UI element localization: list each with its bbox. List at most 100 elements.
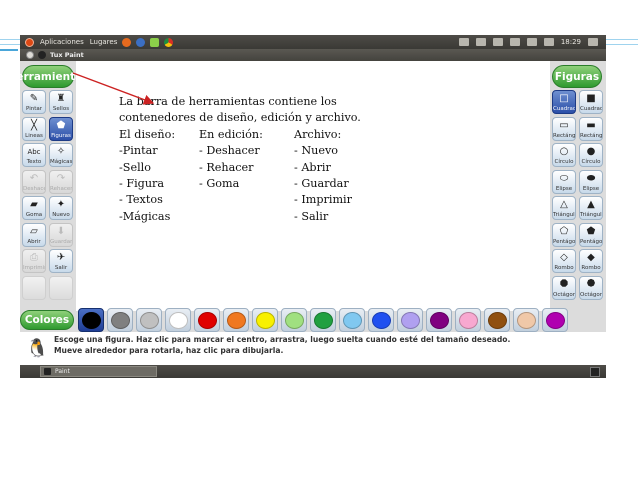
tool-eraser-button[interactable]: ▰ Goma	[22, 196, 46, 220]
color-dot	[168, 311, 188, 329]
shape-rhombus-filled-button[interactable]: ◆ Rombo	[579, 249, 603, 273]
shape-pentagon-outline-label: Pentágono	[553, 238, 576, 245]
shape-square-outline-button[interactable]: □ Cuadrado	[552, 90, 576, 114]
taskbar-item-label: Paint	[55, 368, 70, 375]
display-tray-icon[interactable]	[475, 38, 486, 46]
shape-octagon-outline-button[interactable]: ⯃Octágono	[552, 275, 576, 300]
circle-filled-icon: ●	[586, 146, 596, 157]
color-dot	[400, 311, 420, 329]
battery-icon[interactable]	[492, 38, 503, 46]
firefox-icon[interactable]	[122, 37, 132, 47]
pentagon-filled-icon: ⬟	[586, 225, 596, 237]
explanation-text: La barra de herramientas contiene los co…	[119, 94, 499, 225]
color-swatch[interactable]	[484, 308, 510, 332]
note-cell: El diseño:	[119, 127, 176, 141]
color-swatch[interactable]	[426, 308, 452, 332]
color-swatch[interactable]	[107, 308, 133, 332]
tool-redo-button: ↷ Rehacer	[49, 169, 73, 194]
clock[interactable]: 18:29	[561, 38, 581, 46]
tool-redo-label: Rehacer	[50, 185, 73, 192]
color-swatch[interactable]	[339, 308, 365, 332]
taskbar-item-tuxpaint[interactable]: Paint	[40, 366, 157, 377]
square-outline-icon: □	[559, 93, 569, 104]
tool-magic-wand-label: Mágicas	[50, 159, 73, 165]
color-dot	[516, 311, 536, 329]
empty-tool-slot	[49, 275, 73, 300]
volume-icon[interactable]	[543, 38, 554, 46]
color-swatch[interactable]	[542, 308, 568, 332]
shape-ellipse-filled-button[interactable]: ⬬ Elipse	[579, 169, 603, 194]
shape-triangle-outline-button[interactable]: △ Triángulo	[552, 196, 576, 220]
tool-print-button: ⎙ Imprimir	[22, 249, 46, 273]
color-swatch[interactable]	[368, 308, 394, 332]
tool-stamp-button[interactable]: ♜ Sellos	[49, 90, 73, 114]
places-menu[interactable]: Lugares	[90, 38, 118, 46]
help-icon[interactable]	[136, 37, 146, 47]
color-swatch[interactable]	[223, 308, 249, 332]
redo-icon: ↷	[56, 172, 66, 184]
shape-circle-outline-button[interactable]: ○ Círculo	[552, 143, 576, 167]
tool-brush-button[interactable]: ✎ Pintar	[22, 90, 46, 114]
eraser-icon: ▰	[30, 199, 38, 210]
tool-exit-button[interactable]: ✈ Salir	[49, 249, 73, 273]
shape-circle-filled-button[interactable]: ● Círculo	[579, 143, 603, 167]
shape-rhombus-outline-label: Rombo	[554, 265, 574, 271]
tool-text-button[interactable]: Abc Texto	[22, 143, 46, 167]
color-swatch[interactable]	[252, 308, 278, 332]
color-swatch[interactable]	[78, 308, 104, 332]
color-swatch[interactable]	[136, 308, 162, 332]
color-swatch[interactable]	[455, 308, 481, 332]
shape-ellipse-outline-button[interactable]: ⬭ Elipse	[552, 169, 576, 194]
tuxpaint-task-icon	[44, 368, 51, 375]
shape-circle-filled-label: Círculo	[581, 159, 601, 165]
save-icon: ⬇	[56, 225, 66, 237]
open-icon: ▱	[30, 225, 38, 237]
color-dot	[284, 311, 304, 329]
trash-icon[interactable]	[590, 366, 600, 377]
color-swatch[interactable]	[513, 308, 539, 332]
print-icon: ⎙	[30, 252, 38, 263]
exit-icon: ✈	[56, 252, 66, 263]
chrome-icon[interactable]	[164, 37, 174, 47]
octagon-filled-icon: ⯄	[587, 278, 595, 290]
note-cell: - Abrir	[294, 160, 331, 174]
info-message: Escoge una figura. Haz clic para marcar …	[54, 335, 602, 356]
shape-pentagon-outline-button[interactable]: ⬠Pentágono	[552, 222, 576, 247]
tool-new-file-label: Nuevo	[52, 212, 70, 218]
screenshot-tray-icon[interactable]	[458, 38, 469, 46]
shape-triangle-filled-button[interactable]: ▲ Triángulo	[579, 196, 603, 220]
applications-menu[interactable]: Aplicaciones	[40, 38, 84, 46]
shape-square-filled-label: Cuadrado	[580, 106, 603, 112]
color-swatch[interactable]	[310, 308, 336, 332]
octagon-outline-icon: ⯃	[560, 278, 568, 290]
wifi-icon[interactable]	[526, 38, 537, 46]
tool-magic-wand-button[interactable]: ✧ Mágicas	[49, 143, 73, 167]
ubuntu-logo-icon[interactable]	[25, 37, 34, 47]
shape-rectangle-outline-button[interactable]: ▭Rectángulo	[552, 116, 576, 141]
shape-octagon-filled-button[interactable]: ⯄Octágono	[579, 275, 603, 300]
note-row: El diseño: En edición: Archivo:	[119, 127, 499, 143]
color-swatch[interactable]	[281, 308, 307, 332]
power-icon[interactable]	[588, 38, 598, 46]
color-swatch[interactable]	[397, 308, 423, 332]
colors-header: Colores	[20, 310, 74, 330]
tool-new-file-button[interactable]: ✦ Nuevo	[49, 196, 73, 220]
shape-octagon-filled-label: Octágono	[580, 291, 603, 298]
tool-open-button[interactable]: ▱ Abrir	[22, 222, 46, 247]
keyboard-icon[interactable]	[509, 38, 520, 46]
note-cell: - Imprimir	[294, 193, 352, 207]
window-titlebar[interactable]: Tux Paint	[20, 49, 606, 61]
tool-shapes-label: Figuras	[51, 132, 71, 139]
shape-pentagon-filled-button[interactable]: ⬟Pentágono	[579, 222, 603, 247]
color-swatch[interactable]	[165, 308, 191, 332]
tool-lines-button[interactable]: ╳ Lineas	[22, 116, 46, 141]
shape-square-filled-button[interactable]: ■ Cuadrado	[579, 90, 603, 114]
tool-shapes-button[interactable]: ⬟ Figuras	[49, 116, 73, 141]
color-dot	[429, 311, 449, 329]
shape-rhombus-outline-button[interactable]: ◇ Rombo	[552, 249, 576, 273]
shape-rectangle-filled-button[interactable]: ▬Rectángulo	[579, 116, 603, 141]
tool-eraser-label: Goma	[25, 212, 43, 218]
close-window-icon[interactable]	[26, 51, 34, 59]
color-swatch[interactable]	[194, 308, 220, 332]
tuxpaint-launcher-icon[interactable]	[150, 37, 160, 47]
